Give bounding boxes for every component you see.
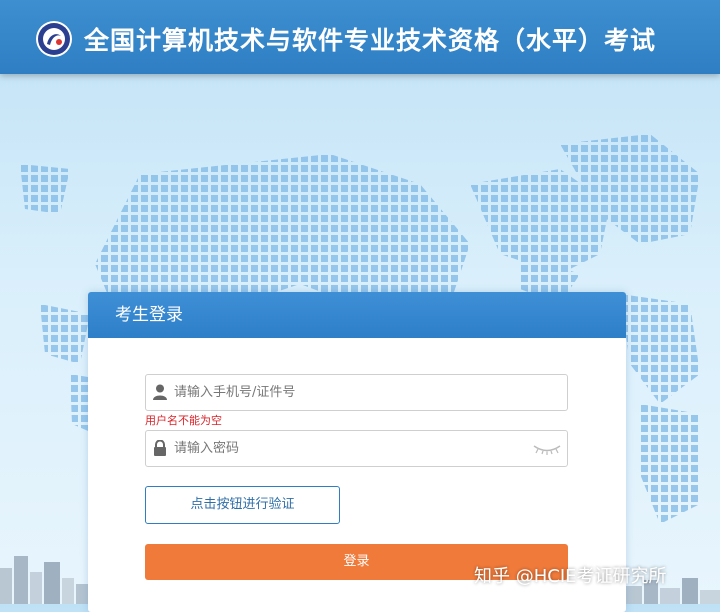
- username-error-message: 用户名不能为空: [145, 414, 222, 427]
- city-skyline-left: [0, 556, 90, 604]
- user-icon: [153, 384, 167, 400]
- site-title: 全国计算机技术与软件专业技术资格（水平）考试: [84, 26, 657, 55]
- password-field[interactable]: [145, 430, 568, 467]
- lock-icon: [154, 440, 166, 456]
- site-header: 全国计算机技术与软件专业技术资格（水平）考试: [0, 0, 720, 74]
- username-input[interactable]: [174, 375, 534, 410]
- eye-closed-icon[interactable]: [532, 443, 562, 455]
- password-input[interactable]: [174, 431, 534, 466]
- exam-seal-icon: [36, 21, 72, 57]
- verify-button[interactable]: 点击按钮进行验证: [145, 486, 340, 524]
- username-field[interactable]: [145, 374, 568, 411]
- watermark-text: 知乎 @HCIE考证研究所: [474, 566, 667, 587]
- login-panel-title: 考生登录: [88, 292, 626, 338]
